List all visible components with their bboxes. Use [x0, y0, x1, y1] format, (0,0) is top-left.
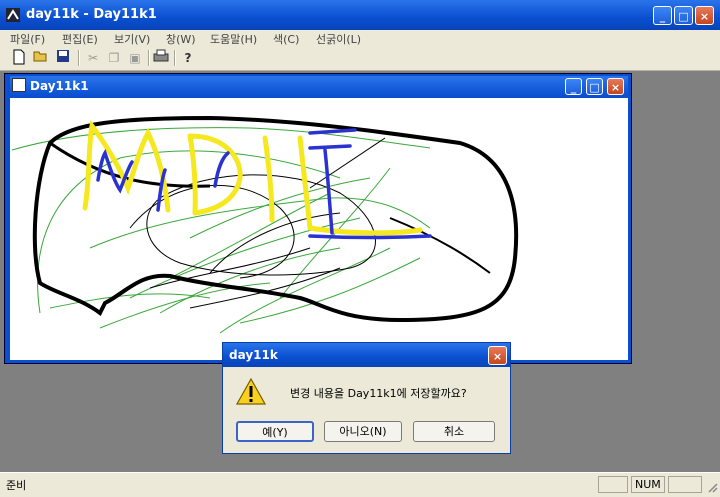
menu-line-width[interactable]: 선굵이(L) [316, 31, 361, 47]
toolbar: ✂ ❐ ▣ ? [0, 46, 720, 71]
menu-edit[interactable]: 편집(E) [62, 31, 98, 47]
menu-view[interactable]: 보기(V) [114, 31, 150, 47]
status-ready-text: 준비 [6, 479, 27, 492]
maximize-button[interactable]: □ [674, 6, 693, 25]
toolbar-separator [174, 50, 176, 66]
resize-grip-icon[interactable] [706, 481, 718, 493]
child-minimize-button[interactable]: _ [565, 78, 582, 95]
open-folder-icon[interactable] [32, 49, 50, 67]
status-pane-scroll [668, 476, 702, 493]
menu-color[interactable]: 색(C) [273, 31, 299, 47]
child-titlebar[interactable] [10, 76, 628, 96]
freehand-drawing [11, 115, 519, 334]
save-icon[interactable] [54, 49, 72, 67]
child-maximize-button[interactable]: □ [586, 78, 603, 95]
dialog-close-button[interactable]: × [488, 346, 507, 365]
close-button[interactable]: × [695, 6, 714, 25]
dialog-message: 변경 내용을 Day11k1에 저장할까요? [290, 387, 467, 400]
drawing-canvas[interactable] [10, 98, 628, 360]
app-icon[interactable] [5, 7, 21, 23]
child-window-title: Day11k1 [30, 79, 89, 93]
cut-icon[interactable]: ✂ [84, 49, 102, 67]
paste-icon[interactable]: ▣ [126, 49, 144, 67]
window-title: day11k - Day11k1 [26, 7, 157, 22]
new-file-icon[interactable] [10, 49, 28, 67]
toolbar-separator [148, 50, 150, 66]
menubar: 파일(F) 편집(E) 보기(V) 창(W) 도움말(H) 색(C) 선굵이(L… [0, 30, 720, 46]
no-button[interactable]: 아니오(N) [324, 421, 402, 442]
cancel-button[interactable]: 취소 [413, 421, 495, 442]
toolbar-separator [78, 50, 80, 66]
dialog-title: day11k [229, 348, 278, 362]
minimize-button[interactable]: _ [653, 6, 672, 25]
yes-button[interactable]: 예(Y) [236, 421, 314, 442]
status-pane-caps [598, 476, 628, 493]
print-icon[interactable] [152, 49, 170, 67]
menu-window[interactable]: 창(W) [166, 31, 196, 47]
copy-icon[interactable]: ❐ [105, 49, 123, 67]
menu-file[interactable]: 파일(F) [10, 31, 45, 47]
menu-help[interactable]: 도움말(H) [210, 31, 257, 47]
help-icon[interactable]: ? [179, 49, 197, 67]
status-bar: 준비 NUM [0, 472, 720, 497]
status-pane-num: NUM [631, 476, 665, 493]
child-close-button[interactable]: × [607, 78, 624, 95]
document-icon[interactable] [12, 78, 26, 92]
warning-icon [235, 377, 267, 407]
